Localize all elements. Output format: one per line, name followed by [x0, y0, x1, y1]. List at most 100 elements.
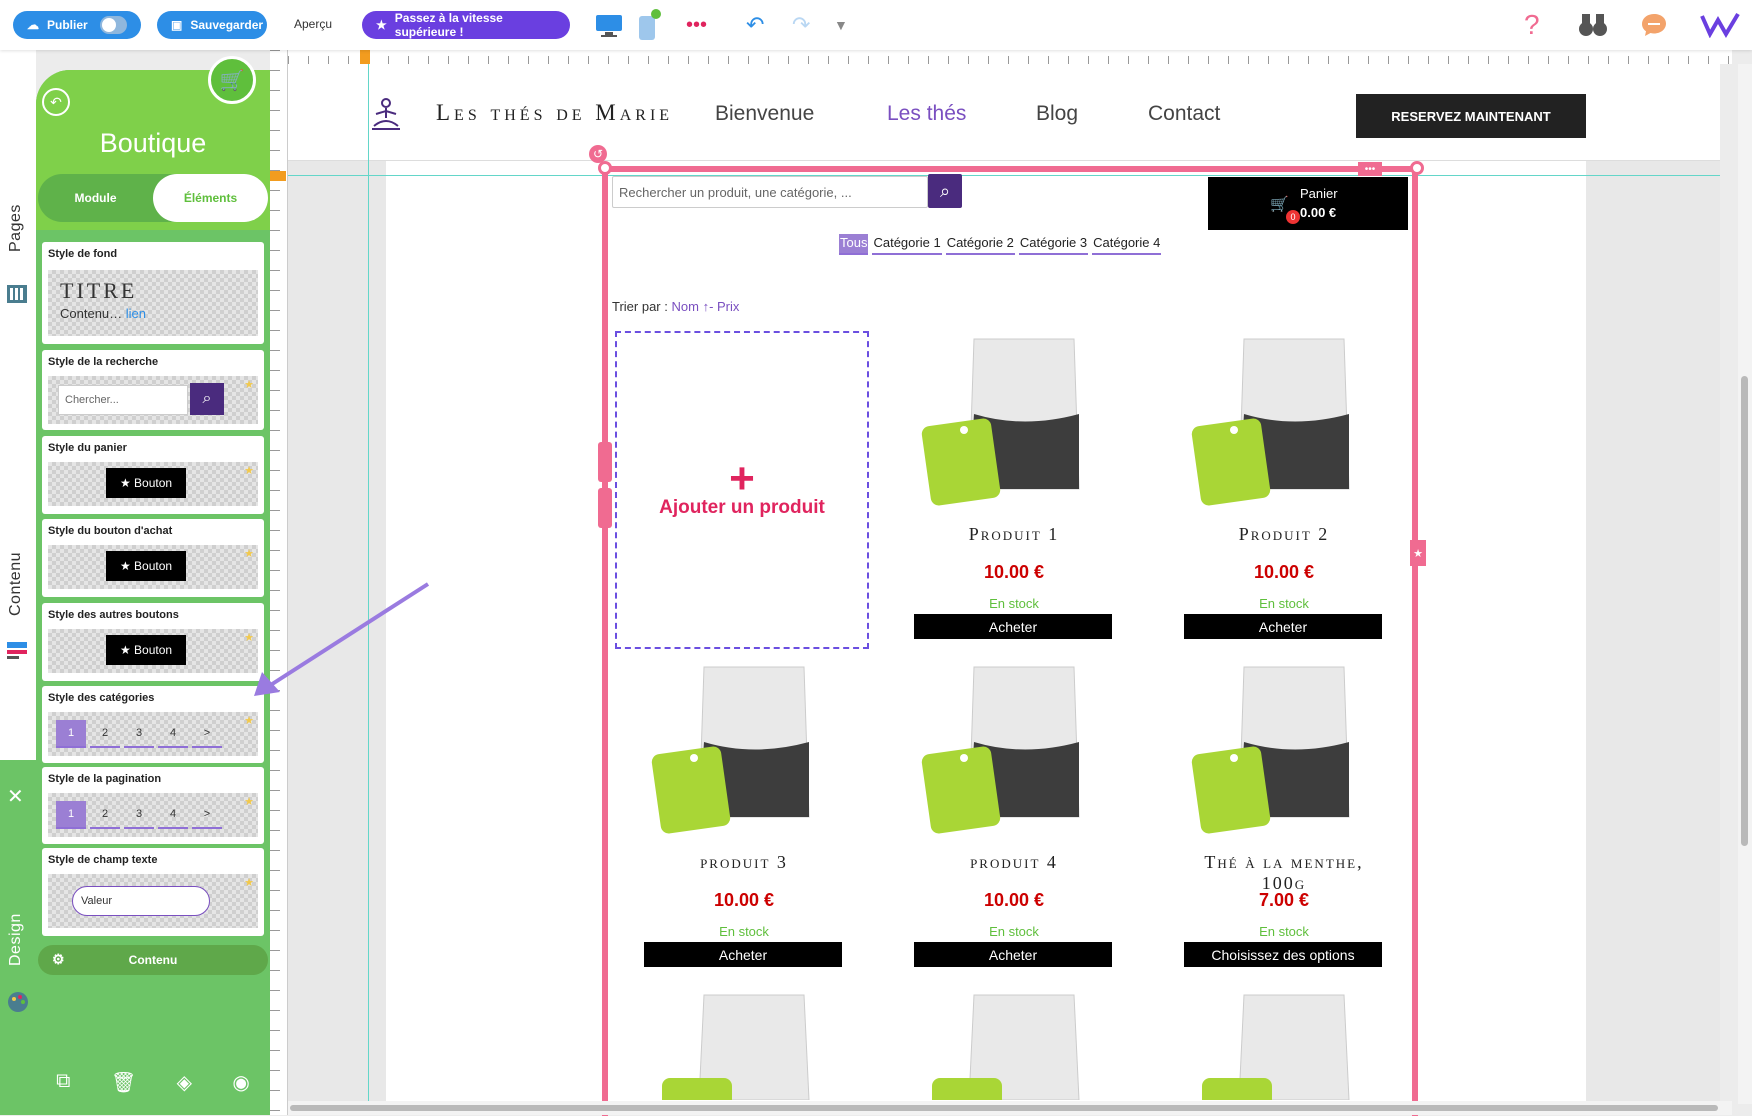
- product-name[interactable]: Produit 2: [1184, 524, 1384, 545]
- category-filter: Tous Catégorie 1 Catégorie 2 Catégorie 3…: [839, 234, 1162, 255]
- close-icon[interactable]: ✕: [7, 784, 24, 809]
- nav-teas[interactable]: Les thés: [887, 102, 966, 126]
- publish-toggle[interactable]: [99, 16, 127, 34]
- category-item[interactable]: Catégorie 2: [945, 234, 1015, 255]
- site-name[interactable]: Les thés de Marie: [436, 100, 673, 126]
- product-stock: En stock: [989, 924, 1039, 939]
- layers-icon[interactable]: ◈: [177, 1070, 192, 1095]
- tab-elements[interactable]: Éléments: [153, 174, 268, 222]
- product-name[interactable]: Thé à la menthe, 100g: [1184, 852, 1384, 894]
- product-name[interactable]: produit 4: [914, 852, 1114, 873]
- preview-link[interactable]: Aperçu: [294, 17, 332, 31]
- category-all[interactable]: Tous: [839, 234, 869, 255]
- ruler-marker[interactable]: [270, 171, 286, 181]
- vertical-scrollbar[interactable]: [1738, 64, 1752, 1104]
- history-dropdown-icon[interactable]: ▼: [834, 12, 848, 38]
- pages-icon[interactable]: [5, 282, 29, 306]
- cart-style-card[interactable]: Style du panier ★ Bouton ★: [42, 436, 264, 514]
- resize-handle[interactable]: [1410, 161, 1424, 175]
- favorite-handle-icon[interactable]: ★: [1410, 540, 1426, 566]
- other-buttons-style-card[interactable]: Style des autres boutons ★ Bouton ★: [42, 603, 264, 681]
- buy-button[interactable]: Acheter: [914, 942, 1112, 967]
- sort-by-name[interactable]: Nom: [671, 299, 698, 314]
- side-handle[interactable]: [598, 488, 612, 528]
- more-options-icon[interactable]: •••: [686, 12, 707, 38]
- scrollbar-thumb[interactable]: [290, 1105, 1718, 1111]
- star-icon: ★: [376, 18, 387, 32]
- nav-contact[interactable]: Contact: [1148, 102, 1220, 126]
- product-price: 10.00 €: [713, 890, 775, 910]
- content-settings-button[interactable]: ⚙ Contenu: [38, 945, 268, 975]
- favorite-star-icon: ★: [244, 877, 254, 889]
- resize-handle[interactable]: [598, 161, 612, 175]
- options-button[interactable]: Choisissez des options: [1184, 942, 1382, 967]
- product-stock: En stock: [989, 596, 1039, 611]
- buy-button-style-card[interactable]: Style du bouton d'achat ★ Bouton ★: [42, 519, 264, 597]
- card-title: Style du bouton d'achat: [48, 525, 173, 537]
- eye-icon[interactable]: ◉: [232, 1070, 249, 1095]
- publish-button[interactable]: ☁ Publier: [13, 11, 141, 39]
- side-handle[interactable]: [598, 442, 612, 482]
- undo-icon[interactable]: ↶: [746, 12, 764, 38]
- categories-style-card[interactable]: Style des catégories 1 2 3 4 > ★: [42, 686, 264, 763]
- sample-text-field: Valeur: [72, 886, 210, 916]
- sort-by-price[interactable]: ↑- Prix: [703, 299, 740, 314]
- trash-icon[interactable]: 🗑: [111, 1070, 136, 1095]
- help-icon[interactable]: ?: [1524, 11, 1540, 39]
- book-now-button[interactable]: RESERVEZ MAINTENANT: [1356, 94, 1586, 138]
- ruler-marker[interactable]: [360, 50, 370, 64]
- tea-bag-image: [662, 994, 810, 1100]
- buy-button[interactable]: Acheter: [644, 942, 842, 967]
- scrollbar-thumb[interactable]: [1741, 376, 1748, 846]
- search-button[interactable]: ⌕: [928, 174, 962, 208]
- product-stock: En stock: [1259, 924, 1309, 939]
- category-item[interactable]: Catégorie 4: [1092, 234, 1162, 255]
- save-button[interactable]: ▣ Sauvegarder: [157, 11, 267, 39]
- sample-button: ★ Bouton: [106, 635, 186, 665]
- duplicate-icon[interactable]: ⧉: [56, 1070, 70, 1095]
- product-name[interactable]: produit 3: [644, 852, 844, 873]
- content-icon[interactable]: [5, 638, 29, 662]
- cart-widget[interactable]: 🛒 0 Panier 0.00 €: [1208, 177, 1408, 230]
- product-price: 10.00 €: [983, 562, 1045, 582]
- cart-icon: 🛒: [1270, 196, 1289, 213]
- product-stock: En stock: [719, 924, 769, 939]
- buy-button[interactable]: Acheter: [914, 614, 1112, 639]
- nav-welcome[interactable]: Bienvenue: [715, 102, 814, 126]
- rail-tab-content[interactable]: Contenu: [7, 552, 25, 616]
- search-style-card[interactable]: Style de la recherche Chercher... ⌕ ★: [42, 350, 264, 430]
- desktop-view-icon[interactable]: [594, 13, 624, 39]
- pagination-style-card[interactable]: Style de la pagination 1 2 3 4 > ★: [42, 767, 264, 844]
- category-item[interactable]: Catégorie 3: [1018, 234, 1089, 255]
- upgrade-button[interactable]: ★ Passez à la vitesse supérieure !: [362, 11, 570, 39]
- save-icon: ▣: [171, 18, 183, 32]
- product-price: 10.00 €: [983, 890, 1045, 910]
- sort-bar: Trier par : Nom ↑- Prix: [612, 299, 739, 314]
- sample-page: 4: [158, 720, 188, 748]
- product-search-input[interactable]: Rechercher un produit, une catégorie, ..…: [612, 176, 928, 208]
- binoculars-icon[interactable]: [1578, 12, 1608, 38]
- background-style-card[interactable]: Style de fond TITRE Contenu… lien: [42, 242, 264, 344]
- publish-label: Publier: [47, 18, 88, 32]
- text-field-style-card[interactable]: Style de champ texte Valeur ★: [42, 848, 264, 936]
- nav-blog[interactable]: Blog: [1036, 102, 1078, 126]
- cart-count-badge: 0: [1286, 210, 1300, 224]
- mobile-view-icon[interactable]: [636, 8, 662, 42]
- product-name[interactable]: Produit 1: [914, 524, 1114, 545]
- category-item[interactable]: Catégorie 1: [872, 234, 942, 255]
- annotation-arrow-icon: [254, 582, 430, 696]
- palette-icon[interactable]: [6, 990, 30, 1014]
- back-icon[interactable]: ↶: [42, 88, 70, 116]
- style-preview: ★ Bouton: [48, 545, 258, 589]
- rail-tab-design[interactable]: Design: [7, 913, 25, 966]
- add-product-button[interactable]: + Ajouter un produit: [615, 331, 869, 649]
- buy-button[interactable]: Acheter: [1184, 614, 1382, 639]
- chat-icon[interactable]: [1640, 12, 1668, 38]
- module-options-icon[interactable]: •••: [1358, 162, 1382, 176]
- rotate-handle-icon[interactable]: ↺: [589, 145, 607, 163]
- redo-icon[interactable]: ↷: [792, 12, 810, 38]
- tab-module[interactable]: Module: [38, 174, 153, 222]
- favorite-star-icon: ★: [244, 548, 254, 560]
- horizontal-scrollbar[interactable]: [288, 1101, 1732, 1115]
- rail-tab-pages[interactable]: Pages: [7, 204, 25, 252]
